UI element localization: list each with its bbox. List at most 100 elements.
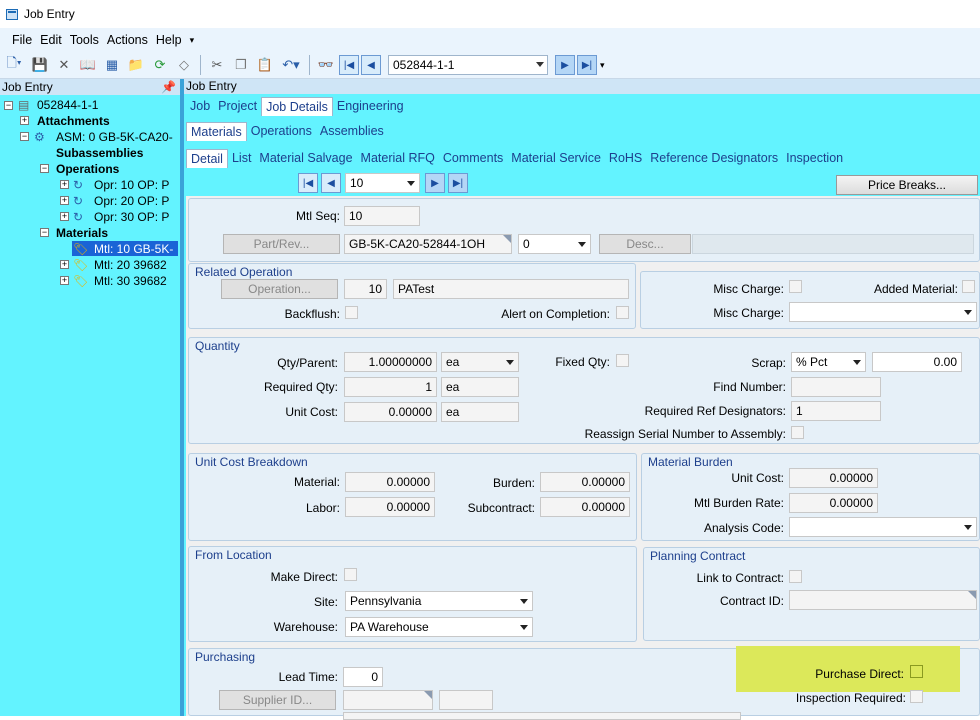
last-record-icon[interactable]: ▶| xyxy=(448,173,468,193)
tab-list[interactable]: List xyxy=(228,149,255,168)
find-number-field[interactable] xyxy=(791,377,881,397)
menu-edit[interactable]: Edit xyxy=(40,33,62,47)
undo-icon[interactable]: ↶▾ xyxy=(279,55,303,75)
price-breaks-button[interactable]: Price Breaks... xyxy=(836,175,978,195)
inspection-required-checkbox[interactable] xyxy=(910,690,923,703)
alert-on-completion-checkbox[interactable] xyxy=(616,306,629,319)
site-select[interactable]: Pennsylvania xyxy=(345,591,533,611)
added-material-checkbox[interactable] xyxy=(962,280,975,293)
refresh-icon[interactable]: ⟳ xyxy=(150,55,170,75)
tab-materials[interactable]: Materials xyxy=(186,122,247,141)
backflush-checkbox[interactable] xyxy=(345,306,358,319)
operation-number-field[interactable]: 10 xyxy=(344,279,387,299)
first-record-icon[interactable]: |◀ xyxy=(298,173,318,193)
tab-project[interactable]: Project xyxy=(214,97,261,116)
qty-parent-field[interactable]: 1.00000000 xyxy=(344,352,437,372)
lead-time-field[interactable]: 0 xyxy=(343,667,383,687)
fixed-qty-checkbox[interactable] xyxy=(616,354,629,367)
pin-icon[interactable]: 📌 xyxy=(161,80,176,94)
required-uom-field[interactable]: ea xyxy=(441,377,519,397)
supplier-name-field[interactable] xyxy=(439,690,493,710)
menu-help[interactable]: Help xyxy=(156,33,182,47)
expand-icon[interactable]: + xyxy=(60,196,69,205)
required-qty-field[interactable]: 1 xyxy=(344,377,437,397)
labor-cost-field[interactable]: 0.00000 xyxy=(345,497,435,517)
scrap-type-select[interactable]: % Pct xyxy=(791,352,866,372)
tab-operations[interactable]: Operations xyxy=(247,122,316,141)
material-cost-field[interactable]: 0.00000 xyxy=(345,472,435,492)
contract-id-field[interactable] xyxy=(789,590,977,610)
operation-description-field[interactable]: PATest xyxy=(393,279,629,299)
expand-icon[interactable]: + xyxy=(60,180,69,189)
tab-job-details[interactable]: Job Details xyxy=(261,97,333,116)
burden-unit-cost-field[interactable]: 0.00000 xyxy=(789,468,878,488)
menu-actions[interactable]: Actions xyxy=(107,33,148,47)
revision-select[interactable]: 0 xyxy=(518,234,591,254)
purchasing-bottom-field[interactable] xyxy=(343,712,741,720)
collapse-icon[interactable]: − xyxy=(4,101,13,110)
collapse-icon[interactable]: − xyxy=(20,132,29,141)
expand-icon[interactable]: + xyxy=(60,212,69,221)
paste-icon[interactable]: 📋 xyxy=(255,55,275,75)
toolbar-overflow-icon[interactable]: ▾ xyxy=(600,60,605,71)
prev-record-icon[interactable]: ◀ xyxy=(361,55,381,75)
chevron-down-icon[interactable] xyxy=(536,62,544,67)
misc-charge-checkbox[interactable] xyxy=(789,280,802,293)
tab-reference-designators[interactable]: Reference Designators xyxy=(646,149,782,168)
prev-record-icon[interactable]: ◀ xyxy=(321,173,341,193)
menu-overflow-icon[interactable]: ▾ xyxy=(190,35,195,46)
new-icon[interactable]: 🗋▾ xyxy=(2,55,26,75)
supplier-id-button[interactable]: Supplier ID... xyxy=(219,690,336,710)
next-record-icon[interactable]: ▶ xyxy=(555,55,575,75)
burden-rate-field[interactable]: 0.00000 xyxy=(789,493,878,513)
last-record-icon[interactable]: ▶| xyxy=(577,55,597,75)
collapse-icon[interactable]: − xyxy=(40,164,49,173)
link-to-contract-checkbox[interactable] xyxy=(789,570,802,583)
copy-icon[interactable]: ❐ xyxy=(231,55,251,75)
tab-engineering[interactable]: Engineering xyxy=(333,97,408,116)
operation-button[interactable]: Operation... xyxy=(221,279,338,299)
supplier-id-field[interactable] xyxy=(343,690,433,710)
cut-icon[interactable]: ✂ xyxy=(207,55,227,75)
description-field-redacted[interactable] xyxy=(692,234,974,254)
next-record-icon[interactable]: ▶ xyxy=(425,173,445,193)
save-icon[interactable]: 💾 xyxy=(30,55,50,75)
expand-icon[interactable]: + xyxy=(60,260,69,269)
binoculars-icon[interactable]: 👓 xyxy=(316,55,336,75)
tab-detail[interactable]: Detail xyxy=(186,149,228,168)
qty-uom-select[interactable]: ea xyxy=(441,352,519,372)
tab-inspection[interactable]: Inspection xyxy=(782,149,847,168)
unit-cost-field[interactable]: 0.00000 xyxy=(344,402,437,422)
calendar-icon[interactable]: ▦ xyxy=(102,55,122,75)
menu-file[interactable]: File xyxy=(12,33,32,47)
part-rev-button[interactable]: Part/Rev... xyxy=(223,234,340,254)
warehouse-select[interactable]: PA Warehouse xyxy=(345,617,533,637)
collapse-icon[interactable]: − xyxy=(40,228,49,237)
delete-icon[interactable]: ✕ xyxy=(54,55,74,75)
tab-material-service[interactable]: Material Service xyxy=(507,149,605,168)
tab-material-rfq[interactable]: Material RFQ xyxy=(357,149,439,168)
misc-charge-select[interactable] xyxy=(789,302,977,322)
tab-job[interactable]: Job xyxy=(186,97,214,116)
expand-icon[interactable]: + xyxy=(60,276,69,285)
tab-comments[interactable]: Comments xyxy=(439,149,507,168)
tab-assemblies[interactable]: Assemblies xyxy=(316,122,388,141)
folder-icon[interactable]: 📁 xyxy=(126,55,146,75)
first-record-icon[interactable]: |◀ xyxy=(339,55,359,75)
tab-material-salvage[interactable]: Material Salvage xyxy=(255,149,356,168)
subcontract-cost-field[interactable]: 0.00000 xyxy=(540,497,630,517)
unit-cost-uom-field[interactable]: ea xyxy=(441,402,519,422)
scrap-value-field[interactable]: 0.00 xyxy=(872,352,962,372)
eraser-icon[interactable]: ◇ xyxy=(174,55,194,75)
job-combo[interactable]: 052844-1-1 xyxy=(388,55,548,75)
make-direct-checkbox[interactable] xyxy=(344,568,357,581)
burden-cost-field[interactable]: 0.00000 xyxy=(540,472,630,492)
expand-icon[interactable]: + xyxy=(20,116,29,125)
tree-subassemblies[interactable]: Subassemblies xyxy=(56,146,143,160)
part-field[interactable]: GB-5K-CA20-52844-1OH xyxy=(344,234,512,254)
purchase-direct-checkbox[interactable] xyxy=(910,665,923,678)
material-seq-nav[interactable]: 10 xyxy=(345,173,420,193)
tab-rohs[interactable]: RoHS xyxy=(605,149,646,168)
description-button[interactable]: Desc... xyxy=(599,234,691,254)
required-ref-designators-field[interactable]: 1 xyxy=(791,401,881,421)
